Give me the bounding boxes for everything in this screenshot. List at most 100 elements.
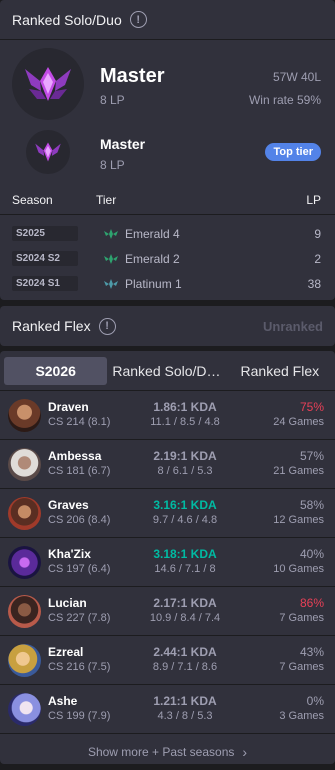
champion-winrate: 43% — [299, 645, 324, 659]
champion-name: Draven — [48, 400, 89, 414]
champion-winrate: 0% — [306, 694, 324, 708]
peak-tier: Master — [100, 136, 146, 152]
current-tier: Master — [100, 65, 165, 87]
tab-season[interactable]: S2026 — [4, 356, 108, 385]
chevron-right-icon: › — [242, 744, 248, 760]
champion-cs: CS 216 (7.5) — [48, 661, 111, 673]
win-loss-record: 57W 40L — [272, 70, 321, 84]
col-lp: LP — [306, 192, 321, 207]
show-more-label: Show more + Past seasons — [87, 745, 235, 759]
emerald-icon — [104, 253, 118, 264]
champion-kda-detail: 10.9 / 8.4 / 7.4 — [149, 612, 221, 624]
champion-name: Ezreal — [48, 645, 84, 659]
col-tier: Tier — [96, 192, 117, 207]
champion-portrait — [8, 448, 41, 481]
champion-portrait — [8, 546, 41, 579]
ranked-solo-title: Ranked Solo/Duo — [12, 11, 122, 28]
champion-row[interactable]: Ezreal CS 216 (7.5) 2.44:1 KDA 8.9 / 7.1… — [0, 636, 335, 685]
season-tier-label: Platinum 1 — [125, 276, 182, 291]
champion-kda-detail: 14.6 / 7.1 / 8 — [154, 563, 216, 575]
champion-name: Ambessa — [48, 449, 102, 463]
ranked-solo-card: Ranked Solo/Duo ! Master 8 LP 57W 40L Wi… — [0, 0, 335, 300]
champion-kda-detail: 8 / 6.1 / 5.3 — [157, 465, 213, 477]
champion-kda: 1.86:1 KDA — [153, 400, 217, 414]
champion-row[interactable]: Lucian CS 227 (7.8) 2.17:1 KDA 10.9 / 8.… — [0, 587, 335, 636]
master-emblem-icon — [12, 48, 84, 120]
champion-stats-card: S2026 Ranked Solo/D… Ranked Flex Draven … — [0, 351, 335, 764]
champion-winrate: 75% — [299, 400, 324, 414]
champion-kda-detail: 4.3 / 8 / 5.3 — [157, 710, 213, 722]
champion-games: 7 Games — [279, 661, 324, 673]
champion-cs: CS 199 (7.9) — [48, 710, 111, 722]
champion-games: 7 Games — [279, 612, 324, 624]
champion-winrate: 57% — [299, 449, 324, 463]
season-lp: 9 — [314, 226, 321, 241]
win-rate: Win rate 59% — [248, 93, 321, 107]
current-rank: Master 8 LP 57W 40L Win rate 59% — [0, 40, 335, 125]
ranked-solo-header: Ranked Solo/Duo ! — [0, 0, 335, 40]
current-lp: 8 LP — [100, 93, 125, 107]
champion-row[interactable]: Draven CS 214 (8.1) 1.86:1 KDA 11.1 / 8.… — [0, 391, 335, 440]
season-row: S2024 S2 Emerald 2 2 — [0, 246, 335, 271]
season-badge: S2024 S2 — [12, 251, 78, 266]
champion-kda: 2.44:1 KDA — [153, 645, 217, 659]
master-emblem-small-icon — [26, 130, 70, 174]
champion-games: 10 Games — [273, 563, 324, 575]
champion-winrate: 58% — [299, 498, 324, 512]
champion-games: 21 Games — [273, 465, 324, 477]
champion-cs: CS 214 (8.1) — [48, 416, 111, 428]
champion-kda-detail: 8.9 / 7.1 / 8.6 — [152, 661, 218, 673]
season-tier: Emerald 2 — [103, 252, 180, 266]
champion-kda-detail: 11.1 / 8.5 / 4.8 — [150, 416, 220, 428]
champion-name: Kha'Zix — [48, 547, 91, 561]
info-icon[interactable]: ! — [98, 317, 116, 335]
season-row: S2025 Emerald 4 9 — [0, 221, 335, 246]
ranked-flex-header: Ranked Flex ! Unranked — [0, 306, 335, 346]
season-lp: 2 — [314, 251, 321, 266]
champion-row[interactable]: Kha'Zix CS 197 (6.4) 3.18:1 KDA 14.6 / 7… — [0, 538, 335, 587]
champion-cs: CS 227 (7.8) — [48, 612, 111, 624]
tab-ranked-solo[interactable]: Ranked Solo/D… — [112, 357, 220, 385]
champion-tabs: S2026 Ranked Solo/D… Ranked Flex — [0, 351, 335, 391]
champion-portrait — [8, 644, 41, 677]
champion-portrait — [8, 399, 41, 432]
season-tier: Platinum 1 — [103, 277, 182, 291]
champion-kda: 3.16:1 KDA — [153, 498, 217, 512]
ranked-flex-title: Ranked Flex — [12, 318, 91, 334]
champion-name: Graves — [48, 498, 89, 512]
champion-row[interactable]: Ashe CS 199 (7.9) 1.21:1 KDA 4.3 / 8 / 5… — [0, 685, 335, 734]
champion-games: 24 Games — [273, 416, 324, 428]
champion-games: 3 Games — [279, 710, 324, 722]
champion-cs: CS 181 (6.7) — [48, 465, 111, 477]
season-tier-label: Emerald 4 — [125, 226, 180, 241]
champion-name: Ashe — [48, 694, 78, 708]
champion-kda: 3.18:1 KDA — [153, 547, 217, 561]
champion-kda: 1.21:1 KDA — [153, 694, 217, 708]
champion-cs: CS 197 (6.4) — [48, 563, 111, 575]
champion-cs: CS 206 (8.4) — [48, 514, 111, 526]
champion-winrate: 40% — [299, 547, 324, 561]
champion-kda: 2.17:1 KDA — [153, 596, 217, 610]
info-icon[interactable]: ! — [129, 11, 147, 28]
emerald-icon — [104, 228, 118, 239]
season-table-header: Season Tier LP — [0, 185, 335, 215]
tab-ranked-flex[interactable]: Ranked Flex — [229, 357, 331, 385]
champion-name: Lucian — [48, 596, 87, 610]
show-more-button[interactable]: Show more + Past seasons › — [0, 734, 335, 770]
champion-row[interactable]: Ambessa CS 181 (6.7) 2.19:1 KDA 8 / 6.1 … — [0, 440, 335, 489]
champion-portrait — [8, 693, 41, 726]
season-tier: Emerald 4 — [103, 227, 180, 241]
champion-portrait — [8, 595, 41, 628]
top-tier-badge: Top tier — [265, 143, 321, 161]
champion-row[interactable]: Graves CS 206 (8.4) 3.16:1 KDA 9.7 / 4.6… — [0, 489, 335, 538]
season-tier-label: Emerald 2 — [125, 251, 180, 266]
champion-games: 12 Games — [273, 514, 324, 526]
platinum-icon — [104, 278, 118, 289]
flex-status: Unranked — [263, 318, 323, 334]
season-badge: S2024 S1 — [12, 276, 78, 291]
champion-winrate: 86% — [299, 596, 324, 610]
season-lp: 38 — [307, 276, 321, 291]
champion-kda: 2.19:1 KDA — [153, 449, 217, 463]
champion-portrait — [8, 497, 41, 530]
col-season: Season — [12, 192, 53, 207]
